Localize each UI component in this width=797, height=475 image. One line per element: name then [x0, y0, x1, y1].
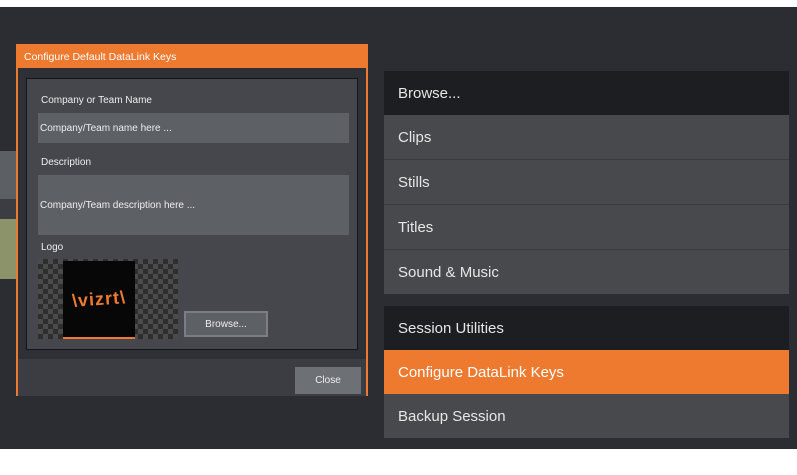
dialog-footer: Close: [18, 359, 366, 396]
session-utilities-header: Session Utilities: [384, 306, 789, 350]
configure-datalink-dialog: Configure Default DataLink Keys Company …: [16, 44, 368, 396]
browse-logo-button[interactable]: Browse...: [184, 311, 268, 337]
logo-preview: \vizrt\: [38, 259, 178, 339]
logo-image: \vizrt\: [63, 261, 135, 339]
menu-item-configure-datalink-keys[interactable]: Configure DataLink Keys: [384, 350, 789, 394]
logo-label: Logo: [41, 242, 64, 253]
description-field[interactable]: Company/Team description here ...: [38, 175, 349, 235]
menu-item-sound-music[interactable]: Sound & Music: [384, 250, 789, 294]
company-name-label: Company or Team Name: [41, 95, 152, 106]
menu-item-titles[interactable]: Titles: [384, 205, 789, 249]
menu-item-stills[interactable]: Stills: [384, 160, 789, 204]
dialog-body: Company or Team Name Company/Team name h…: [26, 78, 358, 350]
company-name-field[interactable]: Company/Team name here ...: [38, 113, 349, 143]
close-button[interactable]: Close: [295, 367, 361, 394]
menu-item-backup-session[interactable]: Backup Session: [384, 394, 789, 438]
menu-item-clips[interactable]: Clips: [384, 115, 789, 159]
description-label: Description: [41, 157, 92, 168]
browse-header: Browse...: [384, 71, 789, 115]
dialog-title: Configure Default DataLink Keys: [18, 46, 366, 68]
vizrt-logo-text: \vizrt\: [71, 286, 127, 311]
